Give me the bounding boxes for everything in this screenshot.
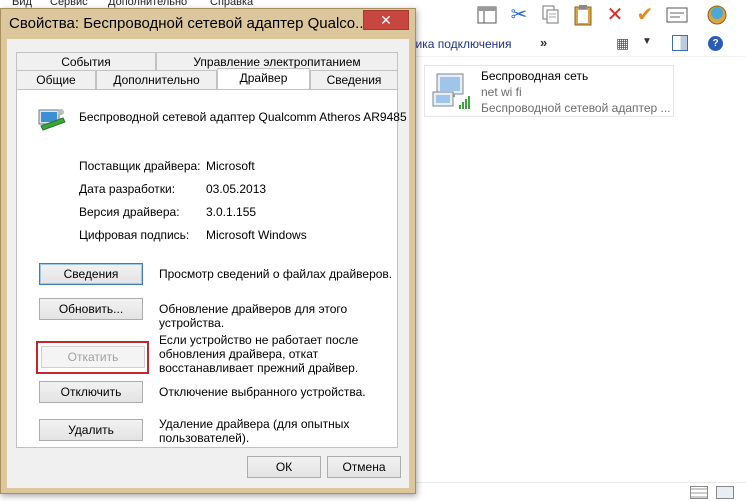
rollback-driver-description: Если устройство не работает после обновл… <box>159 333 359 375</box>
wireless-network-tile[interactable]: Беспроводная сеть net wi fi Беспроводной… <box>424 65 674 117</box>
dialog-title: Свойства: Беспроводной сетевой адаптер Q… <box>9 15 368 32</box>
properties-dialog: Свойства: Беспроводной сетевой адаптер Q… <box>0 8 416 494</box>
properties-icon[interactable] <box>664 2 690 28</box>
close-button[interactable]: ✕ <box>363 10 409 30</box>
details-view-icon[interactable] <box>690 486 708 499</box>
help-icon[interactable]: ? <box>708 36 723 51</box>
copy-icon[interactable] <box>538 2 564 28</box>
network-adapter-icon <box>432 73 470 109</box>
driver-date-label: Дата разработки: <box>79 182 176 196</box>
digital-signer-value: Microsoft Windows <box>206 228 307 242</box>
driver-version-value: 3.0.1.155 <box>206 205 257 219</box>
tiles-view-icon[interactable] <box>716 486 734 499</box>
driver-details-description: Просмотр сведений о файлах драйверов. <box>159 267 393 281</box>
tab-general[interactable]: Общие <box>16 70 96 89</box>
status-bar <box>410 482 746 502</box>
device-name: Беспроводной сетевой адаптер Qualcomm At… <box>79 110 407 124</box>
tab-driver[interactable]: Драйвер <box>217 68 310 89</box>
more-chevron-icon[interactable]: » <box>540 35 547 50</box>
chevron-down-icon[interactable]: ▼ <box>642 36 652 47</box>
tab-details[interactable]: Сведения <box>310 70 398 89</box>
network-ssid: net wi fi <box>481 85 522 99</box>
driver-date-value: 03.05.2013 <box>206 182 267 196</box>
driver-provider-value: Microsoft <box>206 159 255 173</box>
driver-provider-label: Поставщик драйвера: <box>79 159 201 173</box>
update-driver-description: Обновление драйверов для этого устройств… <box>159 302 348 330</box>
cancel-button[interactable]: Отмена <box>327 456 401 478</box>
layout-icon[interactable] <box>474 2 500 28</box>
menu-help[interactable]: Справка <box>210 0 253 8</box>
driver-details-button[interactable]: Сведения <box>39 263 143 285</box>
uninstall-driver-description: Удаление драйвера (для опытных пользоват… <box>159 417 350 445</box>
breadcrumb[interactable]: тика подключения <box>410 37 512 51</box>
network-adapter-icon <box>38 109 66 131</box>
disable-device-description: Отключение выбранного устройства. <box>159 385 366 399</box>
paste-icon[interactable] <box>570 2 596 28</box>
disable-device-button[interactable]: Отключить <box>39 381 143 403</box>
checkmark-icon[interactable]: ✔ <box>632 2 658 28</box>
close-icon: ✕ <box>380 11 392 28</box>
background-toolbar: ✂ ✕ ✔ <box>410 0 746 30</box>
dialog-titlebar[interactable]: Свойства: Беспроводной сетевой адаптер Q… <box>1 9 415 39</box>
tab-advanced[interactable]: Дополнительно <box>96 70 217 89</box>
menu-view[interactable]: Вид <box>12 0 32 8</box>
preview-pane-icon[interactable] <box>672 35 688 51</box>
uninstall-driver-button[interactable]: Удалить <box>39 419 143 441</box>
menu-tools[interactable]: Сервис <box>50 0 88 8</box>
rollback-driver-button[interactable]: Откатить <box>41 346 145 368</box>
update-driver-button[interactable]: Обновить... <box>39 298 143 320</box>
delete-icon[interactable]: ✕ <box>602 2 628 28</box>
cut-icon[interactable]: ✂ <box>506 2 532 28</box>
dialog-client-area: События Управление электропитанием Общие… <box>7 39 409 488</box>
menu-advanced[interactable]: Дополнительно <box>108 0 187 8</box>
network-name: Беспроводная сеть <box>481 69 589 83</box>
network-adapter-name: Беспроводной сетевой адаптер ... <box>481 101 671 115</box>
tab-events[interactable]: События <box>16 52 156 71</box>
ok-button[interactable]: ОК <box>247 456 321 478</box>
network-globe-icon[interactable] <box>704 2 730 28</box>
digital-signer-label: Цифровая подпись: <box>79 228 190 242</box>
change-view-icon[interactable]: ▦ <box>616 35 629 52</box>
driver-tab-panel: Беспроводной сетевой адаптер Qualcomm At… <box>16 89 407 448</box>
address-bar: тика подключения » ▦ ▼ ? <box>410 31 746 57</box>
driver-version-label: Версия драйвера: <box>79 205 180 219</box>
